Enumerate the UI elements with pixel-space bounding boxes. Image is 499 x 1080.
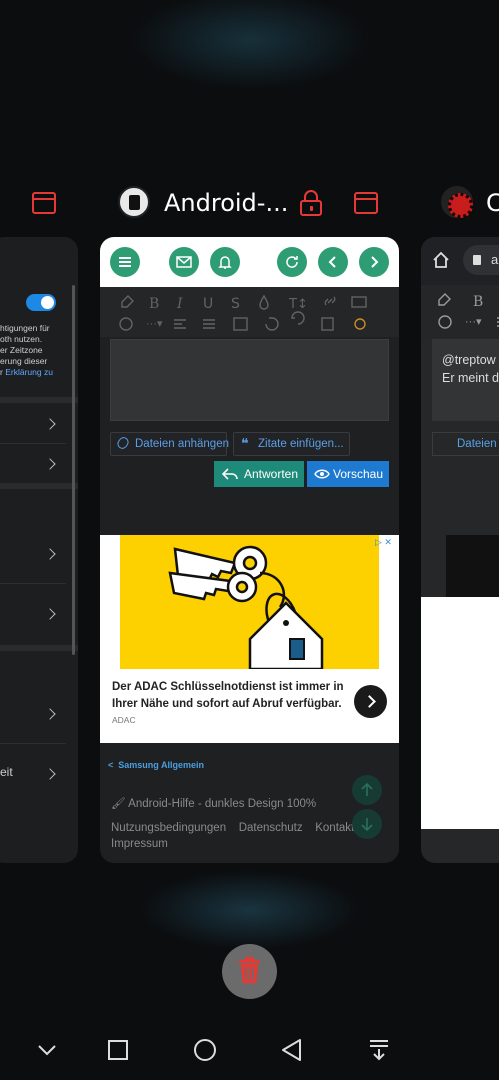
chrome-app-icon bbox=[441, 186, 473, 218]
editor-formatting-icons[interactable]: B I U S T↕ ···▾ bbox=[118, 293, 388, 333]
home-icon[interactable] bbox=[432, 251, 450, 269]
adac-advertisement[interactable]: ▷ ✕ Der ADAC Schlüsselnotdienst ist imme… bbox=[100, 535, 399, 743]
chevron-left-icon: < bbox=[108, 760, 119, 770]
lock-icon-url bbox=[473, 255, 481, 265]
breadcrumb-label: Samsung Allgemein bbox=[118, 760, 204, 770]
ad-arrow-button[interactable] bbox=[354, 685, 387, 718]
recent-app-card-chrome[interactable]: a B ···▾ @treptow Er meint d Dateien a bbox=[421, 237, 499, 863]
svg-text:···▾: ···▾ bbox=[146, 318, 163, 330]
back-button[interactable] bbox=[280, 1038, 304, 1062]
editor-content: @treptow Er meint d bbox=[442, 351, 499, 387]
forum-toolbar bbox=[100, 237, 399, 287]
settings-item-label: eit bbox=[0, 765, 13, 779]
settings-text-line: htigungen für bbox=[0, 323, 50, 333]
editor-toolbar: B ···▾ bbox=[421, 285, 499, 339]
footer-link-impressum[interactable]: Impressum bbox=[111, 838, 168, 850]
url-bar[interactable]: a bbox=[463, 245, 499, 275]
android-hilfe-app-icon bbox=[118, 186, 150, 218]
trash-icon bbox=[239, 957, 260, 983]
preview-label: Vorschau bbox=[333, 467, 384, 481]
ad-text: Der ADAC Schlüsselnotdienst ist immer in… bbox=[112, 681, 344, 710]
brush-icon: 🖌 bbox=[111, 798, 129, 810]
footer-link-terms[interactable]: Nutzungsbedingungen bbox=[111, 822, 226, 834]
settings-link-line[interactable]: r Erklärung zu bbox=[0, 367, 53, 378]
ad-image-keys-house bbox=[120, 535, 379, 671]
section-divider bbox=[0, 645, 78, 651]
attach-files-label: Dateien a bbox=[457, 438, 499, 450]
style-label: Android-Hilfe - dunkles Design 100% bbox=[128, 798, 317, 810]
insert-quotes-label: Zitate einfügen... bbox=[258, 438, 344, 450]
settings-text-line: er Zeitzone bbox=[0, 345, 43, 355]
right-app-title: C bbox=[486, 189, 499, 217]
window-icon-left[interactable] bbox=[32, 192, 56, 214]
message-editor[interactable] bbox=[110, 339, 389, 421]
refresh-icon[interactable] bbox=[277, 247, 307, 277]
chevron-right-icon bbox=[44, 768, 56, 780]
footer-link-privacy[interactable]: Datenschutz bbox=[239, 822, 303, 834]
settings-link[interactable]: Erklärung zu bbox=[5, 367, 53, 377]
section-divider bbox=[0, 483, 78, 489]
lock-icon[interactable] bbox=[300, 190, 322, 216]
chevron-down-icon[interactable] bbox=[35, 1038, 59, 1062]
attach-files-label: Dateien anhängen bbox=[135, 438, 229, 450]
reply-icon bbox=[222, 468, 238, 480]
window-icon-center[interactable] bbox=[354, 192, 378, 214]
settings-text-line: oth nutzen. bbox=[0, 334, 43, 344]
scroll-up-button[interactable] bbox=[352, 775, 382, 805]
insert-quotes-button[interactable]: Zitate einfügen... bbox=[233, 432, 350, 456]
svg-text:U: U bbox=[203, 296, 213, 312]
chevron-right-icon bbox=[44, 418, 56, 430]
style-chooser[interactable]: 🖌 Android-Hilfe - dunkles Design 100% bbox=[111, 796, 316, 810]
reply-label: Antworten bbox=[244, 467, 299, 481]
ad-brand: ADAC bbox=[112, 715, 136, 725]
mail-icon[interactable] bbox=[169, 247, 199, 277]
scrollbar[interactable] bbox=[72, 285, 75, 655]
editor-formatting-icons[interactable]: B ···▾ bbox=[435, 291, 499, 331]
scroll-down-button[interactable] bbox=[352, 809, 382, 839]
svg-text:B: B bbox=[149, 296, 159, 312]
attach-files-button[interactable]: Dateien a bbox=[432, 432, 499, 456]
recent-app-card-settings[interactable]: htigungen für oth nutzen. er Zeitzone er… bbox=[0, 237, 78, 863]
eye-icon bbox=[314, 469, 330, 479]
divider bbox=[0, 743, 66, 744]
svg-text:I: I bbox=[176, 296, 183, 312]
recents-button[interactable] bbox=[106, 1038, 130, 1062]
svg-text:T↕: T↕ bbox=[288, 297, 308, 312]
clear-all-button[interactable] bbox=[222, 944, 277, 999]
chevron-right-icon bbox=[44, 548, 56, 560]
chevron-right-icon bbox=[44, 458, 56, 470]
divider bbox=[0, 583, 66, 584]
footer-links: Nutzungsbedingungen Datenschutz Kontakt bbox=[111, 822, 354, 834]
back-arrow-icon[interactable] bbox=[318, 247, 348, 277]
footer-link-contact[interactable]: Kontakt bbox=[315, 822, 354, 834]
notification-pull-down-icon[interactable] bbox=[367, 1038, 391, 1062]
recent-app-card-android-hilfe[interactable]: B I U S T↕ ···▾ Dateien anhängen Zitate … bbox=[100, 237, 399, 863]
url-text: a bbox=[491, 252, 499, 267]
menu-icon[interactable] bbox=[110, 247, 140, 277]
settings-text-line: erung dieser bbox=[0, 356, 48, 366]
chevron-right-icon bbox=[44, 708, 56, 720]
editor-line: @treptow bbox=[442, 353, 496, 367]
forward-arrow-icon[interactable] bbox=[359, 247, 389, 277]
editor-toolbar: B I U S T↕ ···▾ bbox=[100, 287, 399, 337]
advertisement[interactable] bbox=[446, 535, 499, 597]
svg-text:···▾: ···▾ bbox=[465, 316, 482, 328]
bell-icon[interactable] bbox=[210, 247, 240, 277]
breadcrumb[interactable]: < Samsung Allgemein bbox=[108, 760, 204, 770]
svg-text:S: S bbox=[231, 296, 240, 312]
chrome-toolbar: a bbox=[421, 237, 499, 285]
divider bbox=[0, 443, 66, 444]
ad-choices-icon[interactable]: ▷ ✕ bbox=[375, 537, 392, 548]
section-divider bbox=[0, 397, 78, 403]
svg-text:B: B bbox=[473, 294, 483, 310]
page-content bbox=[421, 597, 499, 829]
home-button[interactable] bbox=[193, 1038, 217, 1062]
center-app-title: Android-... bbox=[164, 189, 289, 217]
editor-line: Er meint d bbox=[442, 371, 499, 385]
chevron-right-icon bbox=[44, 608, 56, 620]
quote-icon: ❝ bbox=[241, 436, 249, 452]
bluetooth-toggle[interactable] bbox=[26, 294, 56, 311]
